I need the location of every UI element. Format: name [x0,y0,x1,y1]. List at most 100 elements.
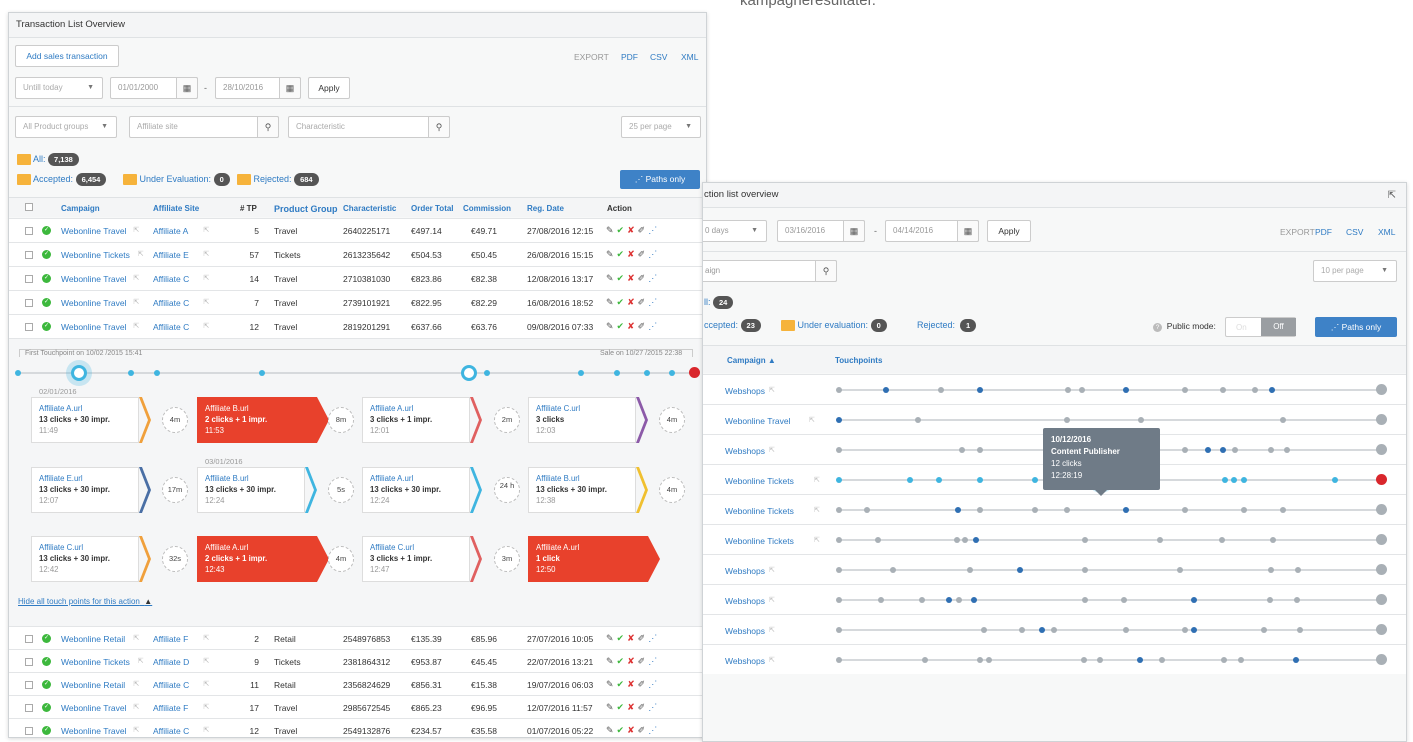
external-link-icon[interactable]: ⇱ [203,250,209,258]
touchpoint-url[interactable]: Affiliate C.url [370,542,462,553]
touchpoint-dot[interactable] [836,657,842,663]
row-checkbox[interactable] [25,635,33,643]
touchpoint-dot[interactable] [1064,417,1070,423]
affiliate-link[interactable]: Affiliate C [153,298,189,308]
touchpoint-card[interactable]: Affiliate C.url 3 clicks 12:03 [528,397,636,443]
campaign-link[interactable]: Webshops [725,656,765,666]
touchpoint-dot[interactable] [836,477,842,483]
touchpoint-card[interactable]: Affiliate A.url 1 click 12:50 [528,536,648,582]
touchpoint-dot[interactable] [836,417,842,423]
touchpoint-dot[interactable] [1097,657,1103,663]
search-icon[interactable]: ⚲ [428,116,450,138]
touchpoint-dot[interactable] [1081,657,1087,663]
filter-under-evaluation[interactable]: Under evaluation: 0 [781,319,887,332]
touchpoint-dot[interactable] [1284,447,1290,453]
touchpoint-dot[interactable] [1220,387,1226,393]
edit-icon[interactable]: ✎ [606,273,617,283]
touchpoint-dot[interactable] [1269,387,1275,393]
touchpoint-dot[interactable] [1270,537,1276,543]
campaign-link[interactable]: Webonline Tickets [61,250,130,260]
touchpoint-dot[interactable] [946,597,952,603]
table-row[interactable]: ✓ Webonline Retail ⇱ Affiliate C ⇱ 11 Retail 23… [9,672,706,696]
table-row[interactable]: ✓ Webonline Retail ⇱ Affiliate F ⇱ 2 Retail 254… [9,626,706,650]
touchpoint-dot[interactable] [1138,417,1144,423]
calendar-icon[interactable]: ▦ [843,220,865,242]
product-groups-select[interactable]: All Product groups ▼ [15,116,117,138]
campaign-link[interactable]: Webonline Tickets [725,506,794,516]
table-row[interactable]: Webshops ⇱ [703,614,1406,644]
paths-icon[interactable]: ⋰ [648,297,660,307]
touchpoint-dot[interactable] [883,387,889,393]
touchpoint-card[interactable]: Affiliate A.url 3 clicks + 1 impr. 12:01 [362,397,470,443]
calendar-icon[interactable]: ▦ [279,77,301,99]
external-link-icon[interactable]: ⇱ [138,250,144,258]
table-row[interactable]: ✓ Webonline Travel ⇱ Affiliate C ⇱ 12 Travel 28… [9,314,706,338]
note-icon[interactable]: ✐ [638,633,649,643]
table-row[interactable]: Webonline Tickets ⇱ [703,494,1406,524]
campaign-search-input[interactable]: aign ⚲ [703,260,837,282]
export-csv-link[interactable]: CSV [650,52,667,62]
touchpoint-url[interactable]: Affiliate E.url [39,473,131,484]
apply-button[interactable]: Apply [308,77,350,99]
external-link-icon[interactable]: ⇱ [769,446,775,454]
col-order-total[interactable]: Order Total [411,204,454,213]
touchpoint-dot[interactable] [1294,597,1300,603]
end-dot[interactable] [1376,414,1387,425]
touchpoint-dot[interactable] [669,370,675,376]
touchpoint-dot[interactable] [1332,477,1338,483]
edit-icon[interactable]: ✎ [606,633,617,643]
touchpoint-dot[interactable] [128,370,134,376]
touchpoint-dot[interactable] [890,567,896,573]
campaign-link[interactable]: Webonline Travel [61,322,127,332]
touchpoint-dot[interactable] [1019,627,1025,633]
touchpoint-dot[interactable] [1261,627,1267,633]
col-reg-date[interactable]: Reg. Date [527,204,564,213]
touchpoint-dot[interactable] [1231,477,1237,483]
note-icon[interactable]: ✐ [638,249,649,259]
approve-icon[interactable]: ✔ [617,679,628,689]
touchpoint-dot[interactable] [1121,597,1127,603]
filter-rejected[interactable]: Rejected: 684 [237,173,319,186]
paths-icon[interactable]: ⋰ [648,702,660,712]
campaign-link[interactable]: Webonline Tickets [61,657,130,667]
approve-icon[interactable]: ✔ [617,633,628,643]
touchpoint-dot[interactable] [1017,567,1023,573]
end-dot[interactable] [1376,564,1387,575]
touchpoint-dot[interactable] [922,657,928,663]
touchpoint-dot[interactable] [981,627,987,633]
external-link-icon[interactable]: ⇱ [203,657,209,665]
touchpoint-dot[interactable] [1293,657,1299,663]
note-icon[interactable]: ✐ [638,702,649,712]
affiliate-link[interactable]: Affiliate D [153,657,189,667]
edit-icon[interactable]: ✎ [606,249,617,259]
touchpoint-dot[interactable] [1065,387,1071,393]
table-row[interactable]: ✓ Webonline Travel ⇱ Affiliate F ⇱ 17 Travel 29… [9,695,706,719]
row-checkbox[interactable] [25,727,33,735]
touchpoint-dot[interactable] [1297,627,1303,633]
note-icon[interactable]: ✐ [638,225,649,235]
touchpoint-selected-dot[interactable] [461,365,477,381]
col-campaign[interactable]: Campaign [61,204,100,213]
edit-icon[interactable]: ✎ [606,725,617,735]
touchpoint-dot[interactable] [1280,417,1286,423]
table-row[interactable]: ✓ Webonline Travel ⇱ Affiliate C ⇱ 7 Travel 273… [9,290,706,314]
affiliate-link[interactable]: Affiliate C [153,322,189,332]
touchpoint-dot[interactable] [1123,387,1129,393]
reject-icon[interactable]: ✘ [627,633,638,643]
reject-icon[interactable]: ✘ [627,725,638,735]
touchpoint-dot[interactable] [1079,387,1085,393]
external-link-icon[interactable]: ⇱ [814,506,820,514]
period-select[interactable]: 0 days ▼ [703,220,767,242]
external-link-icon[interactable]: ⇱ [769,626,775,634]
end-dot[interactable] [1376,624,1387,635]
touchpoint-card[interactable]: Affiliate B.url 13 clicks + 30 impr. 12:38 [528,467,636,513]
touchpoint-dot[interactable] [1039,627,1045,633]
touchpoint-dot[interactable] [1241,477,1247,483]
paths-icon[interactable]: ⋰ [648,679,660,689]
touchpoint-dot[interactable] [644,370,650,376]
add-sales-transaction-button[interactable]: Add sales transaction [15,45,119,67]
campaign-link[interactable]: Webshops [725,386,765,396]
touchpoint-dot[interactable] [1082,597,1088,603]
characteristic-input[interactable]: Characteristic ⚲ [288,116,450,138]
touchpoint-card[interactable]: Affiliate A.url 13 clicks + 30 impr. 11:49 [31,397,139,443]
